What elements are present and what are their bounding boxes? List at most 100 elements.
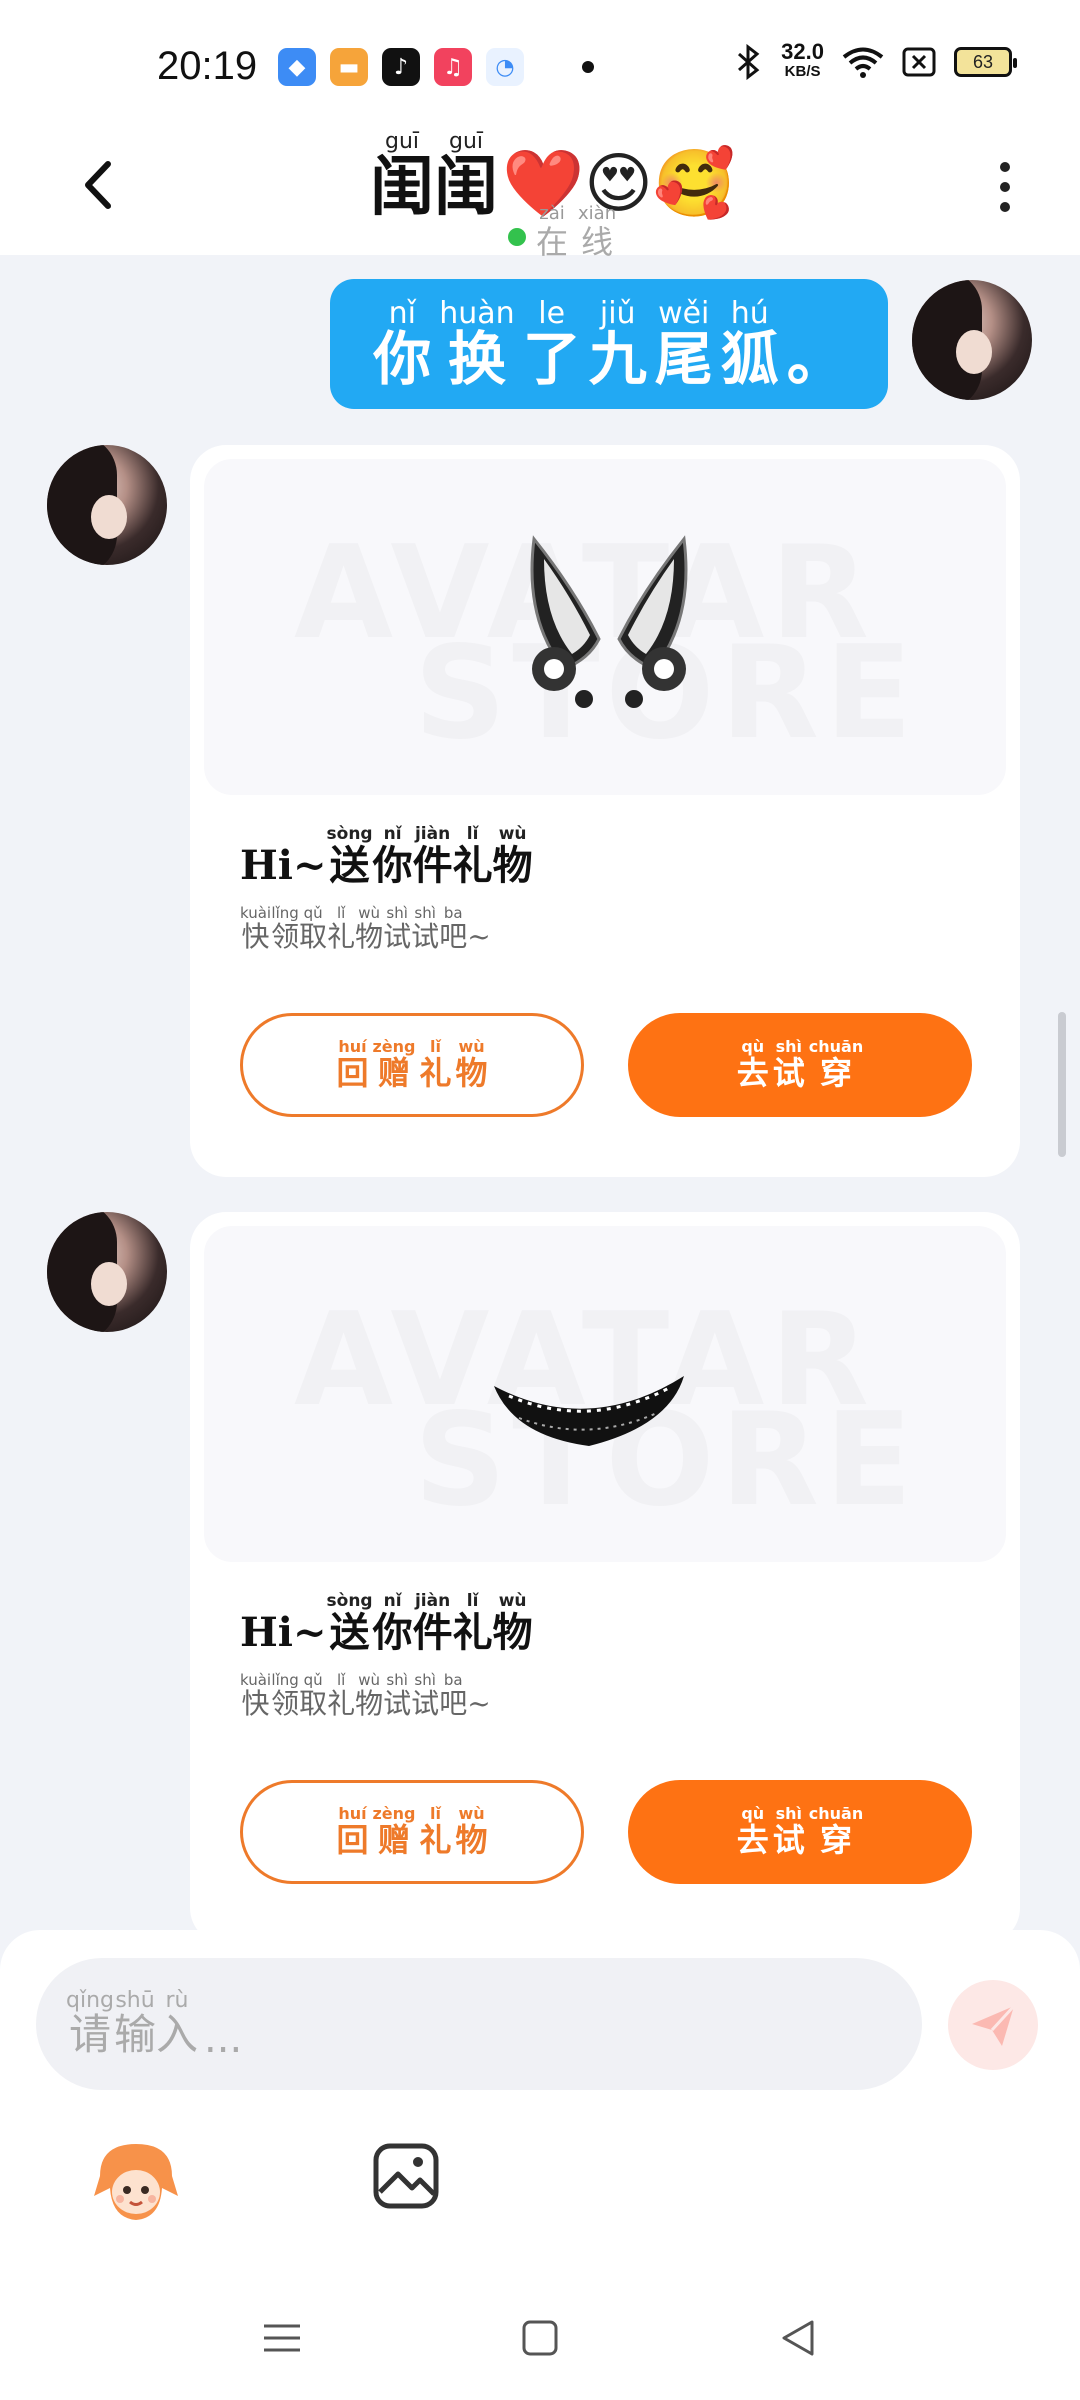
ruby-char: qù 去 [737, 1804, 769, 1859]
return-gift-button[interactable]: huí 回 zèng 赠 lǐ 礼 wù 物 [240, 1013, 584, 1117]
hanzi: 快 [241, 920, 270, 953]
scrollbar[interactable] [1058, 1012, 1066, 1157]
hanzi: 试 [411, 920, 440, 953]
battery-indicator: 63 [954, 47, 1017, 77]
ruby-char: lǐng 领 [271, 1672, 299, 1720]
pinyin: lǐ [336, 904, 346, 922]
gift-preview[interactable]: AVATAR STORE [204, 459, 1006, 795]
hanzi: 穿 [820, 1054, 853, 1092]
send-button[interactable] [948, 1980, 1038, 2070]
gift-subtitle-tail: ~ [467, 920, 491, 953]
pinyin: qǔ [303, 904, 323, 922]
gift-title: Hi~ sòng 送 nǐ 你 jiàn 件 lǐ 礼 wù 物 [240, 825, 533, 889]
back-arrow-icon [85, 161, 111, 209]
status-bar: 20:19 ◆ ▬ ♪ ♫ ◔ 32.0 KB/S 63 [0, 0, 1080, 130]
ruby-char: chuān 穿 [809, 1806, 863, 1859]
input-placeholder: qǐng 请 shū 输 rù 入 [66, 1990, 198, 2058]
hanzi: 领 [271, 920, 300, 953]
ruby-char: sòng 送 [327, 825, 373, 889]
menu-nav-icon[interactable] [262, 2318, 302, 2358]
my-avatar[interactable] [912, 280, 1032, 400]
ruby-char: huí 回 [336, 1806, 368, 1859]
ruby-char: shì 试 [411, 905, 439, 953]
hanzi: 件 [412, 1609, 453, 1656]
gift-title-text: sòng 送 nǐ 你 jiàn 件 lǐ 礼 wù 物 [327, 1592, 533, 1656]
image-icon [373, 2143, 439, 2209]
ruby-char: nǐ 你 [373, 1592, 413, 1656]
ruby-char: shū 输 [114, 1990, 156, 2058]
avatar-sticker-button[interactable] [90, 2136, 182, 2228]
ruby-char: rù 入 [156, 1990, 198, 2058]
hanzi: 物 [455, 1821, 488, 1859]
ruby-char: jiàn 件 [413, 1592, 453, 1656]
hanzi: 请 [68, 2010, 111, 2059]
pinyin: sòng [326, 824, 373, 844]
back-nav-icon[interactable] [778, 2318, 818, 2358]
pinyin: shū [115, 1988, 155, 2013]
avatar-face [91, 1262, 127, 1306]
back-button[interactable] [70, 150, 130, 220]
pinyin: kuài [240, 1671, 272, 1689]
ruby-char: shì 试 [773, 1806, 805, 1859]
hanzi: 。 [786, 325, 845, 393]
hanzi: 吧 [439, 1687, 468, 1720]
ruby-char: chuān 穿 [808, 1037, 864, 1092]
pinyin: shì [414, 1671, 436, 1689]
pinyin: lǐ [466, 1591, 479, 1611]
ruby-char: wù 物 [355, 1672, 383, 1720]
gift-title-lead: Hi~ [240, 1609, 327, 1656]
ruby-char: wù 物 [455, 1039, 488, 1092]
home-nav-icon[interactable] [520, 2318, 560, 2358]
image-picker-button[interactable] [372, 2142, 440, 2210]
ruby-char: shì 试 [411, 1672, 439, 1720]
lace-choker-icon [494, 1376, 684, 1446]
pinyin: shì [386, 904, 408, 922]
pinyin: rù [165, 1988, 189, 2013]
gift-preview[interactable]: AVATAR STORE [204, 1226, 1006, 1562]
friend-avatar[interactable] [47, 445, 167, 565]
try-on-button[interactable]: qù 去 shì 试 chuān 穿 [628, 1013, 972, 1117]
ruby-char: nǐ 你 [373, 825, 413, 889]
return-gift-label: huí 回 zèng 赠 lǐ 礼 wù 物 [336, 1039, 488, 1092]
pinyin: qù [741, 1804, 765, 1823]
hanzi: 物 [492, 842, 533, 889]
return-gift-button[interactable]: huí 回 zèng 赠 lǐ 礼 wù 物 [240, 1780, 584, 1884]
hanzi: 礼 [419, 1054, 452, 1092]
ruby-char: kuài 快 [240, 1672, 271, 1720]
gift-title-text: sòng 送 nǐ 你 jiàn 件 lǐ 礼 wù 物 [327, 825, 533, 889]
hanzi: 领 [271, 1687, 300, 1720]
pinyin: lǐ [430, 1804, 441, 1823]
hanzi: 取 [299, 1687, 328, 1720]
ruby-char: zèng 赠 [372, 1806, 415, 1859]
message-input[interactable]: qǐng 请 shū 输 rù 入 ... [36, 1958, 922, 2090]
hanzi: 送 [329, 842, 370, 889]
ruby-char: shì 试 [383, 1672, 411, 1720]
more-options-button[interactable] [990, 152, 1020, 222]
hanzi: 快 [241, 1687, 270, 1720]
ruby-char: jiàn 件 [413, 825, 453, 889]
pinyin: shì [386, 1671, 408, 1689]
pinyin: lǐ [336, 1671, 346, 1689]
sent-message-bubble[interactable]: nǐ 你 huàn 换 le 了 jiǔ 九 wěi 尾 hú 狐 。 [330, 279, 888, 409]
pinyin: chuān [808, 1037, 864, 1056]
avatar-face [91, 495, 127, 539]
ruby-char: lǐ 礼 [327, 1672, 355, 1720]
pinyin: lǐ [466, 824, 479, 844]
hanzi: 去 [736, 1054, 769, 1092]
gift-subtitle-text: kuài 快 lǐng 领 qǔ 取 lǐ 礼 wù 物 shì 试 shì 试 ba 吧 [240, 905, 467, 953]
hanzi: 赠 [377, 1054, 410, 1092]
ruby-char: ba 吧 [439, 905, 467, 953]
pinyin: lǐng [271, 904, 299, 922]
gift-card: AVATAR STORE Hi~ sòng 送 nǐ 你 jiàn 件 lǐ 礼 wù 物 kuà… [190, 445, 1020, 1177]
pinyin: shì [414, 904, 436, 922]
try-on-button[interactable]: qù 去 shì 试 chuān 穿 [628, 1780, 972, 1884]
ruby-char: wù 物 [455, 1806, 488, 1859]
friend-avatar[interactable] [47, 1212, 167, 1332]
pinyin: qǐng [66, 1988, 114, 2013]
try-on-label: qù 去 shì 试 chuān 穿 [737, 1804, 863, 1859]
chat-header: guī 闺 guī 闺 ❤️😍🥰 zài 在 xiàn 线 [0, 129, 1080, 260]
pinyin: wù [498, 824, 527, 844]
title-char: guī 闺 [370, 129, 434, 225]
pinyin: wù [498, 1591, 527, 1611]
hanzi: 物 [455, 1054, 488, 1092]
